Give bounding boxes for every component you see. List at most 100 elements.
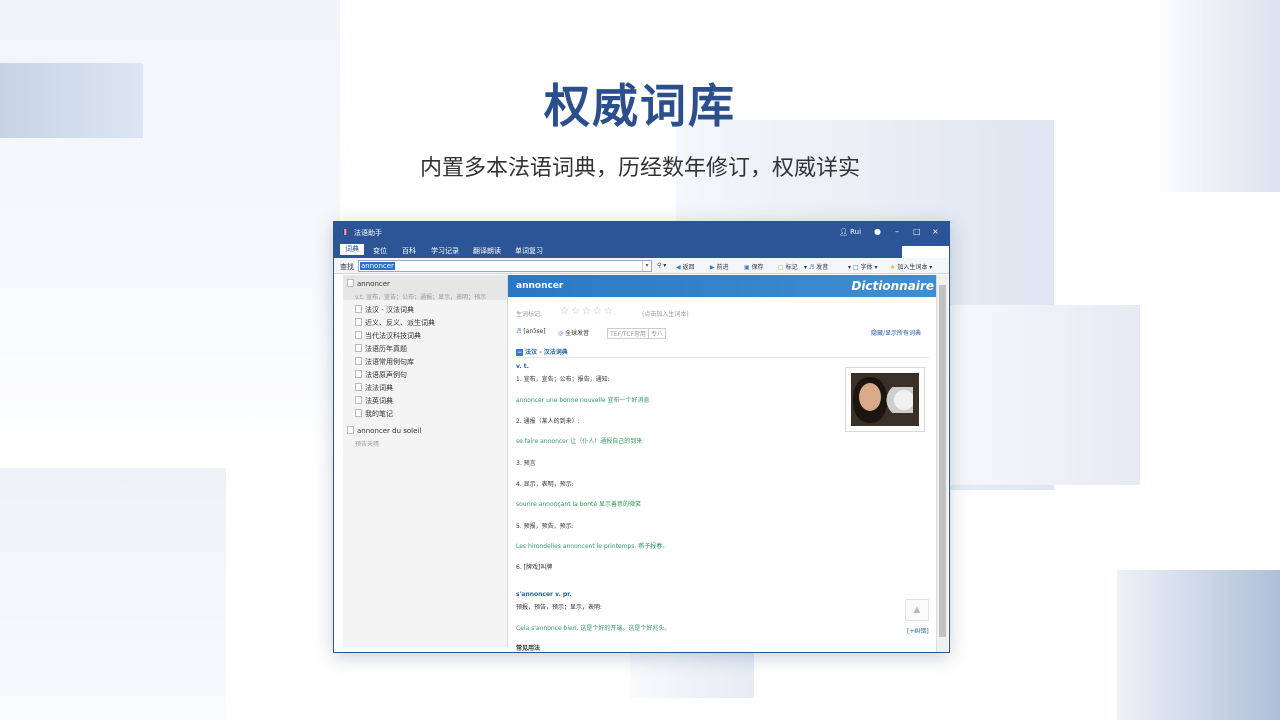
photo-face (859, 383, 881, 411)
example: annoncer une bonne nouvelle 宣布一个好消息 (516, 397, 650, 404)
sidebar-item-dict[interactable]: 法语原声例句 (355, 370, 407, 380)
example: sourire annonçant la bonté 显示善意的微笑 (516, 501, 641, 508)
document-icon (355, 357, 362, 365)
entry-summary: v.t. 宣布，宣告；公布；通报；显示，表明；预示 (355, 294, 487, 301)
megaphone-photo (851, 373, 919, 426)
tab-translate[interactable]: 翻译朗读 (468, 245, 506, 257)
mark-button[interactable]: □ 标记 (778, 262, 798, 271)
save-label: 保存 (751, 264, 764, 271)
list-item[interactable]: annoncer du soleil (347, 426, 421, 435)
entry-header: annoncer Dictionnaire (508, 275, 938, 297)
document-icon (355, 318, 362, 326)
dict-label: 法汉 - 汉法词典 (365, 306, 414, 314)
phonetic: [anɔ̃se] (523, 328, 546, 335)
tab-study-record[interactable]: 学习记录 (426, 245, 464, 257)
exam-tag: TEF/TCF常用 (607, 328, 649, 339)
font-button[interactable]: ▾ □ 字体 ▾ (848, 262, 877, 271)
globe-icon: ◎ (558, 330, 564, 337)
definition: 1. 宣布，宣告；公布；报告，通知: (516, 376, 610, 383)
scrollbar-thumb[interactable] (939, 285, 946, 637)
pronounce-label: 发音 (816, 264, 829, 271)
forward-label: 前进 (716, 264, 729, 271)
document-icon (355, 305, 362, 313)
forward-button[interactable]: ▶ 前进 (710, 262, 729, 271)
search-value: annoncer (360, 262, 395, 270)
bg-accent-block (948, 305, 1140, 485)
app-title: 法语助手 (354, 229, 382, 237)
skin-icon[interactable]: ● (874, 227, 881, 236)
save-button[interactable]: ▣ 保存 (744, 262, 764, 271)
pronunciation[interactable]: ♬ [anɔ̃se] (516, 328, 546, 335)
app-window: 法语助手 👤︎ Rui ● – □ × 词典 变位 百科 学习记录 翻译朗读 单… (333, 221, 950, 653)
forward-icon: ▶ (710, 264, 715, 271)
global-pronounce-link[interactable]: ◎ 全球发音 (558, 328, 589, 337)
sidebar-item-dict[interactable]: 法汉 - 汉法词典 (355, 305, 414, 315)
back-button[interactable]: ◀ 返回 (676, 262, 695, 271)
document-icon (355, 383, 362, 391)
dict-label: 法语历年真题 (365, 345, 407, 353)
dict-label: 法英词典 (365, 397, 393, 405)
definition: 4. 显示，表明，预示: (516, 481, 574, 488)
speaker-icon: ♬ (808, 264, 815, 271)
back-to-top-icon[interactable]: ▲ (905, 599, 929, 621)
sidebar-item-dict[interactable]: 法英词典 (355, 396, 393, 406)
toolbar: 查找 annoncer ▾ ⚲ ▾ ◀ 返回 ▶ 前进 ▣ 保存 □ 标记 ▾ … (334, 258, 949, 274)
document-icon (355, 331, 362, 339)
add-vocab-button[interactable]: ★ 加入生词本 ▾ (890, 262, 932, 271)
example: se faire annoncer 让（仆人）通报自己的到来 (516, 438, 643, 445)
save-icon: ▣ (744, 264, 750, 271)
user-account[interactable]: 👤︎ Rui (839, 228, 861, 236)
sidebar-item-dict[interactable]: 近义、反义、派生词典 (355, 318, 435, 328)
search-dropdown-icon[interactable]: ▾ (642, 261, 651, 271)
global-pronounce-label: 全球发音 (565, 330, 590, 337)
pronounce-button[interactable]: ▾ ♬ 发音 (804, 262, 828, 271)
illustration-image (845, 367, 925, 432)
rating-stars[interactable]: ☆☆☆☆☆ (560, 306, 615, 317)
document-icon (355, 409, 362, 417)
correct-link[interactable]: [+纠错] (907, 626, 929, 635)
definition: 6. [牌戏]叫牌 (516, 564, 553, 571)
section-heading[interactable]: − 法汉 - 汉法词典 (516, 347, 568, 356)
dict-label: 近义、反义、派生词典 (365, 319, 435, 327)
back-icon: ◀ (676, 264, 681, 271)
document-icon (347, 279, 354, 287)
common-usage-heading: 常见用法 (516, 645, 541, 652)
back-label: 返回 (682, 264, 695, 271)
sidebar-item-dict[interactable]: 法语历年真题 (355, 344, 407, 354)
slide-title: 权威词库 (544, 79, 736, 133)
search-icon[interactable]: ⚲ ▾ (657, 262, 666, 269)
mark-icon: □ (778, 264, 784, 271)
sidebar-item-dict[interactable]: 我的笔记 (355, 409, 393, 419)
tab-encyclopedia[interactable]: 百科 (397, 245, 421, 257)
entry-panel: annoncer Dictionnaire 生词标记: ☆☆☆☆☆ (点击加入生… (508, 275, 938, 652)
sidebar-item-dict[interactable]: 法法词典 (355, 383, 393, 393)
sidebar-item-dict[interactable]: 当代法汉科技词典 (355, 331, 421, 341)
example: Les hirondelles annoncent le printemps. … (516, 543, 669, 550)
collapse-icon: − (516, 349, 524, 356)
font-icon: □ (852, 264, 859, 271)
tab-review[interactable]: 单词复习 (510, 245, 548, 257)
list-item[interactable]: annoncer (347, 279, 390, 288)
user-name: Rui (850, 228, 862, 236)
dict-label: 法语常用例句库 (365, 358, 414, 366)
vocab-mark-label: 生词标记: (516, 311, 543, 318)
search-input[interactable]: annoncer (358, 260, 652, 272)
pronominal-heading: s'annoncer v. pr. (516, 591, 572, 598)
close-button[interactable]: × (932, 227, 939, 236)
maximize-button[interactable]: □ (913, 227, 921, 236)
dictionnaire-logo: Dictionnaire (851, 279, 934, 293)
definition: 2. 通报（某人的到来）: (516, 418, 580, 425)
dict-label: 法语原声例句 (365, 371, 407, 379)
entry-word: annoncer du soleil (357, 427, 422, 435)
entry-word-heading: annoncer (516, 281, 564, 291)
document-icon (355, 396, 362, 404)
scrollbar[interactable] (936, 275, 948, 652)
sidebar-item-dict[interactable]: 法语常用例句库 (355, 357, 414, 367)
tab-conjugation[interactable]: 变位 (368, 245, 392, 257)
minimize-button[interactable]: – (895, 227, 899, 236)
section-label: 法汉 - 汉法词典 (525, 349, 568, 356)
toggle-dicts-link[interactable]: 隐藏/显示所有词典 (871, 328, 921, 337)
exam-tag: 专八 (648, 328, 667, 339)
slide-subtitle: 内置多本法语词典，历经数年修订，权威详实 (419, 156, 860, 181)
tab-dictionary[interactable]: 词典 (340, 244, 364, 255)
